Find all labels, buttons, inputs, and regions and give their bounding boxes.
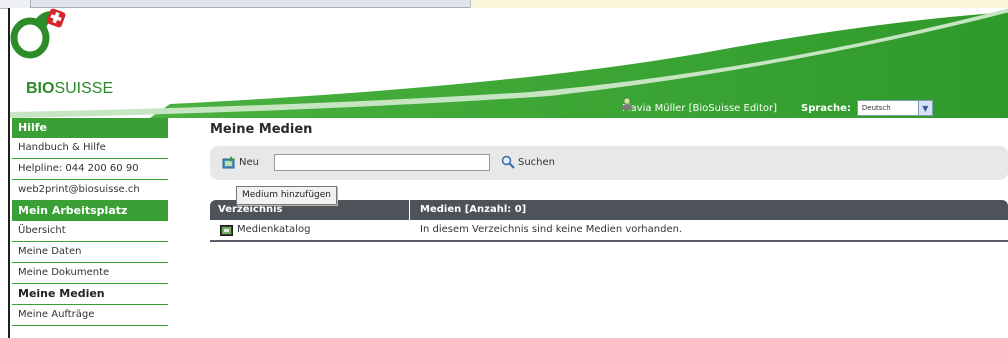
chevron-down-icon[interactable]: ▼ (917, 101, 932, 115)
sidebar-item-my-data[interactable]: Meine Daten (12, 242, 168, 263)
add-media-icon (222, 156, 235, 169)
biosuisse-logo-text: BIOSUISSE (26, 80, 114, 97)
media-folder-icon (220, 224, 233, 236)
user-area: Flavia Müller [BioSuisse Editor] Sprache… (622, 98, 933, 118)
search-label: Suchen (518, 156, 556, 168)
browser-tab[interactable] (30, 0, 472, 8)
sidebar-item-overview[interactable]: Übersicht (12, 221, 168, 242)
sidebar-item-my-documents[interactable]: Meine Dokumente (12, 263, 168, 284)
language-select[interactable]: Deutsch ▼ (856, 100, 933, 116)
browser-info-bar (470, 0, 1008, 8)
main-content: Meine Medien Neu Suchen Medium hinzufüge… (210, 118, 1008, 242)
table-row: Medienkatalog In diesem Verzeichnis sind… (210, 220, 1008, 242)
page-title: Meine Medien (210, 122, 313, 137)
sidebar-section-help: Hilfe (12, 118, 168, 138)
media-toolbar: Neu Suchen (210, 146, 1008, 180)
sidebar: Hilfe Handbuch & Hilfe Helpline: 044 200… (12, 118, 168, 326)
biosuisse-logo-icon[interactable] (10, 8, 70, 60)
new-media-tooltip: Medium hinzufügen (236, 186, 338, 205)
user-icon (622, 98, 632, 110)
new-media-button[interactable]: Neu (222, 156, 259, 169)
sidebar-section-workspace: Mein Arbeitsplatz (12, 201, 168, 221)
page-frame: BIOSUISSE Flavia Müller [BioSuisse Edito… (8, 8, 1008, 338)
language-label: Sprache: (801, 102, 851, 114)
user-name[interactable]: Flavia Müller [BioSuisse Editor] (622, 103, 777, 114)
sidebar-item-manual[interactable]: Handbuch & Hilfe (12, 138, 168, 159)
search-input[interactable] (274, 154, 490, 171)
language-value: Deutsch (861, 104, 891, 112)
sidebar-item-my-orders[interactable]: Meine Aufträge (12, 305, 168, 326)
site-header: BIOSUISSE Flavia Müller [BioSuisse Edito… (10, 8, 1008, 118)
search-icon (501, 155, 515, 169)
media-table: Verzeichnis Medien [Anzahl: 0] Medienkat… (210, 200, 1008, 242)
media-cell: In diesem Verzeichnis sind keine Medien … (420, 224, 683, 235)
directory-name[interactable]: Medienkatalog (237, 220, 310, 240)
search-button[interactable]: Suchen (501, 155, 555, 169)
sidebar-item-helpline: Helpline: 044 200 60 90 (12, 159, 168, 180)
sidebar-item-email[interactable]: web2print@biosuisse.ch (12, 180, 168, 201)
column-header-media: Medien [Anzahl: 0] (420, 204, 527, 215)
directory-cell[interactable]: Medienkatalog (210, 220, 410, 240)
new-media-label: Neu (239, 157, 259, 168)
sidebar-item-my-media[interactable]: Meine Medien (12, 284, 168, 305)
